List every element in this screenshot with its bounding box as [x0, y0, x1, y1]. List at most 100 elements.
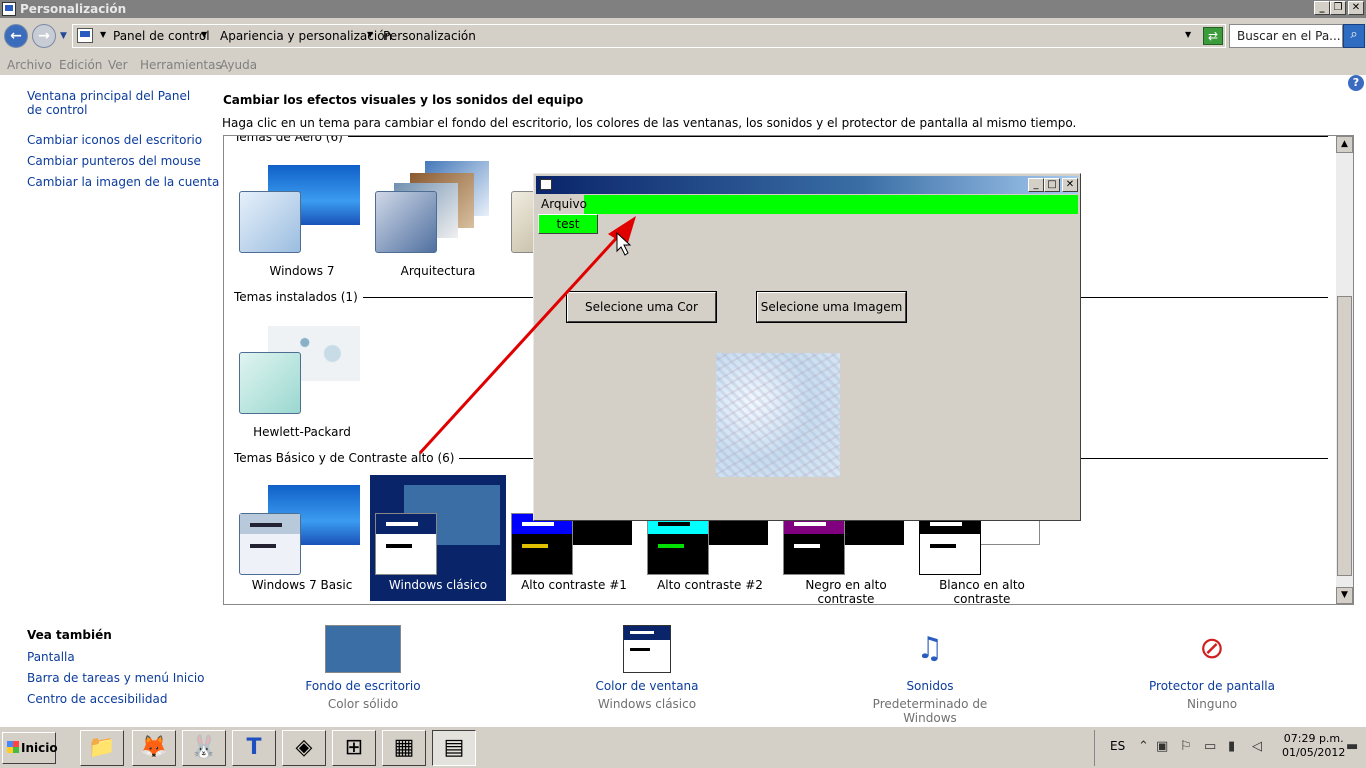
- group-aero-label: Temas de Aero (6): [234, 136, 348, 144]
- menu-arquivo[interactable]: Arquivo: [536, 195, 587, 214]
- search-input[interactable]: Buscar en el Pa...: [1229, 24, 1343, 48]
- option-label: Color de ventana: [595, 679, 699, 693]
- option-value: Predeterminado de Windows: [872, 697, 988, 725]
- sidebar-link-desktop-icons[interactable]: Cambiar iconos del escritorio: [27, 133, 202, 147]
- refresh-icon[interactable]: ⇄: [1203, 27, 1223, 45]
- close-button[interactable]: ✕: [1348, 1, 1364, 15]
- see-also-taskbar[interactable]: Barra de tareas y menú Inicio: [27, 671, 205, 685]
- java-dialog-window: _ □ ✕ Arquivo test Selecione uma Cor Sel…: [533, 173, 1081, 521]
- search-icon[interactable]: ⌕: [1343, 24, 1365, 48]
- breadcrumb-control-panel[interactable]: Panel de control: [113, 29, 210, 43]
- theme-architecture[interactable]: Arquitectura: [370, 161, 506, 287]
- theme-name: Arquitectura: [400, 264, 476, 278]
- maximize-button[interactable]: ❐: [1330, 1, 1346, 15]
- taskbar: Inicio 📁 🦊 🐰 T ◈ ⊞ ▦ ▤ ES ⌃ ▣ ⚐ ▭ ▮ ◁ 07…: [0, 726, 1366, 768]
- theme-windows-classic[interactable]: Windows clásico: [370, 475, 506, 601]
- menu-view[interactable]: Ver: [108, 58, 128, 72]
- address-dropdown-icon[interactable]: ▼: [1185, 30, 1191, 39]
- see-also-accessibility[interactable]: Centro de accesibilidad: [27, 692, 167, 706]
- taskbar-windows-icon[interactable]: ⊞: [332, 730, 376, 766]
- menu-edit[interactable]: Edición: [59, 58, 102, 72]
- forward-arrow-icon[interactable]: →: [32, 24, 56, 48]
- window-title: Personalización: [20, 2, 127, 16]
- history-dropdown-icon[interactable]: ▼: [60, 31, 67, 41]
- theme-name: Hewlett-Packard: [253, 425, 351, 439]
- sidebar-link-account-picture[interactable]: Cambiar la imagen de la cuenta: [27, 175, 219, 189]
- tray-signal-icon[interactable]: ▮: [1228, 739, 1235, 754]
- clock[interactable]: 07:29 p.m. 01/05/2012: [1282, 732, 1345, 760]
- taskbar-firefox-icon[interactable]: 🦊: [132, 730, 176, 766]
- theme-windows-7[interactable]: Windows 7: [234, 161, 370, 287]
- theme-name: Alto contraste #1: [521, 578, 627, 592]
- page-description: Haga clic en un tema para cambiar el fon…: [222, 116, 1077, 130]
- tray-flag-icon[interactable]: ⚐: [1180, 739, 1192, 754]
- theme-name: Blanco en alto contraste: [939, 578, 1025, 605]
- group-basic-label: Temas Básico y de Contraste alto (6): [234, 451, 460, 465]
- chevron-down-icon[interactable]: ▼: [100, 30, 106, 39]
- taskbar-explorer-icon[interactable]: 📁: [80, 730, 124, 766]
- see-also-display[interactable]: Pantalla: [27, 650, 75, 664]
- theme-window-swatch: [783, 513, 845, 575]
- option-label: Sonidos: [906, 679, 954, 693]
- taskbar-control-panel-icon[interactable]: ▦: [382, 730, 426, 766]
- taskbar-media-icon[interactable]: ◈: [282, 730, 326, 766]
- window-color-icon: [623, 625, 671, 673]
- chevron-down-icon[interactable]: ▼: [201, 30, 207, 39]
- theme-name: Windows 7 Basic: [251, 578, 353, 592]
- tray-network-icon[interactable]: ▣: [1156, 739, 1168, 754]
- theme-name: Negro en alto contraste: [805, 578, 887, 605]
- theme-glass-swatch: [375, 191, 437, 253]
- sidebar-link-mouse-pointers[interactable]: Cambiar punteros del mouse: [27, 154, 201, 168]
- chevron-down-icon[interactable]: ▼: [367, 30, 373, 39]
- theme-hewlett-packard[interactable]: Hewlett-Packard: [234, 322, 370, 448]
- dialog-close-button[interactable]: ✕: [1062, 178, 1078, 192]
- dialog-icon: [540, 179, 552, 190]
- taskbar-app-icon[interactable]: 🐰: [182, 730, 226, 766]
- theme-name: Windows 7: [269, 264, 335, 278]
- theme-glass-swatch: [239, 191, 301, 253]
- scroll-thumb[interactable]: [1337, 296, 1352, 576]
- show-desktop-icon[interactable]: ▬: [1346, 739, 1358, 754]
- select-image-button[interactable]: Selecione uma Imagem: [756, 291, 907, 323]
- dialog-maximize-button[interactable]: □: [1044, 178, 1060, 192]
- theme-window-swatch: [239, 513, 301, 575]
- desktop-background-option[interactable]: Fondo de escritorio Color sólido: [298, 625, 428, 711]
- dialog-title-bar[interactable]: _ □ ✕: [536, 176, 1078, 194]
- screensaver-option[interactable]: ⊘ Protector de pantalla Ninguno: [1142, 625, 1282, 711]
- theme-window-swatch: [511, 513, 573, 575]
- clock-date: 01/05/2012: [1282, 746, 1346, 759]
- tray-expand-icon[interactable]: ⌃: [1138, 739, 1149, 754]
- scroll-up-icon[interactable]: ▲: [1336, 136, 1353, 153]
- menu-help[interactable]: Ayuda: [220, 58, 257, 72]
- clock-time: 07:29 p.m.: [1283, 732, 1344, 745]
- select-color-button[interactable]: Selecione uma Cor: [566, 291, 717, 323]
- theme-glass-swatch: [239, 352, 301, 414]
- start-button[interactable]: Inicio: [2, 732, 58, 764]
- menu-file[interactable]: Archivo: [7, 58, 52, 72]
- gallery-scrollbar[interactable]: ▲ ▼: [1336, 136, 1353, 604]
- sidebar-link-control-panel-home[interactable]: Ventana principal del Panel de control: [27, 89, 197, 117]
- dialog-minimize-button[interactable]: _: [1028, 178, 1044, 192]
- taskbar-java-app-icon[interactable]: ▤: [432, 730, 476, 766]
- help-icon[interactable]: ?: [1348, 75, 1364, 91]
- menu-item-test[interactable]: test: [538, 214, 598, 234]
- address-box[interactable]: ▼ Panel de control ▼ Apariencia y person…: [72, 24, 1226, 48]
- theme-windows-7-basic[interactable]: Windows 7 Basic: [234, 475, 370, 601]
- minimize-button[interactable]: _: [1314, 1, 1330, 15]
- tray-device-icon[interactable]: ▭: [1204, 739, 1216, 754]
- see-also-title: Vea también: [27, 628, 112, 642]
- window-color-option[interactable]: Color de ventana Windows clásico: [582, 625, 712, 711]
- sounds-option[interactable]: ♫ Sonidos Predeterminado de Windows: [850, 625, 1010, 725]
- menu-bar: Archivo Edición Ver Herramientas Ayuda: [0, 55, 1366, 75]
- taskbar-t-icon[interactable]: T: [232, 730, 276, 766]
- title-bar[interactable]: Personalización _ ❐ ✕: [0, 0, 1366, 18]
- control-panel-icon: [77, 28, 93, 43]
- address-bar-area: ← → ▼ ▼ Panel de control ▼ Apariencia y …: [0, 18, 1366, 55]
- group-divider: [234, 136, 1328, 137]
- menu-tools[interactable]: Herramientas: [140, 58, 222, 72]
- tray-volume-icon[interactable]: ◁: [1252, 739, 1262, 754]
- scroll-down-icon[interactable]: ▼: [1336, 587, 1353, 604]
- language-indicator[interactable]: ES: [1110, 739, 1125, 753]
- breadcrumb-personalization[interactable]: Personalización: [383, 29, 476, 43]
- back-arrow-icon[interactable]: ←: [4, 24, 28, 48]
